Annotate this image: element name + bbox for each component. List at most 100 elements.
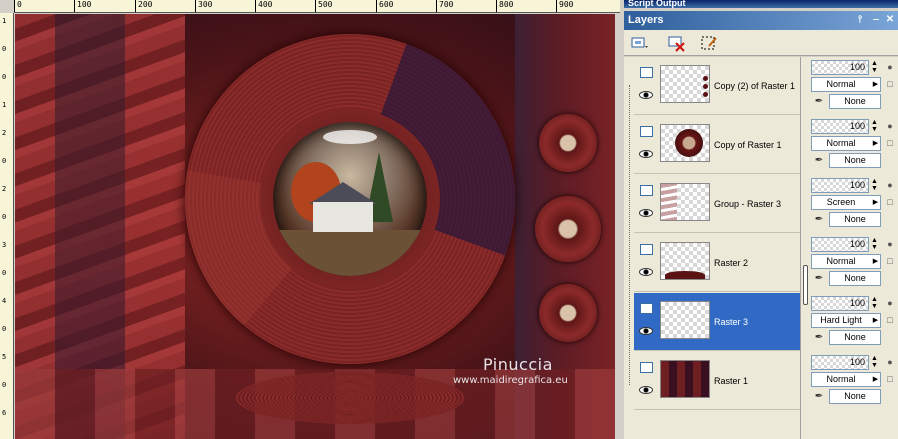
minimize-icon[interactable]: ‒ xyxy=(870,14,882,26)
eye-icon[interactable] xyxy=(639,91,653,99)
layer-row[interactable]: Copy (2) of Raster 1 xyxy=(634,57,800,115)
layer-props: 100 ▲ ▼ ● Normal ▶ □ ✒ None xyxy=(809,352,898,410)
dropdown-arrow-icon[interactable]: ▶ xyxy=(871,78,880,91)
ruler-tick: 900 xyxy=(556,0,573,12)
ruler-tick: 700 xyxy=(436,0,453,12)
blend-mode-select[interactable]: Normal ▶ xyxy=(811,372,881,387)
ruler-tick: 0 xyxy=(2,325,7,333)
ruler-tick: 2 xyxy=(2,129,7,137)
eye-icon[interactable] xyxy=(639,209,653,217)
layer-name: Raster 1 xyxy=(714,376,749,386)
pin-icon[interactable]: ⫯ xyxy=(854,14,866,26)
opacity-field[interactable]: 100 xyxy=(811,119,869,134)
panel-splitter[interactable] xyxy=(800,57,809,439)
link-icon[interactable]: ● xyxy=(883,119,897,133)
ruler-tick: 0 xyxy=(2,73,7,81)
layers-toolbar xyxy=(624,30,898,56)
ruler-tick: 0 xyxy=(2,213,7,221)
ruler-tick: 300 xyxy=(195,0,212,12)
lock-icon[interactable]: □ xyxy=(883,136,897,150)
opacity-spin[interactable]: ▲ ▼ xyxy=(871,119,881,134)
dropdown-arrow-icon[interactable]: ▶ xyxy=(871,373,880,386)
ruler-tick: 5 xyxy=(2,353,7,361)
layer-name: Raster 3 xyxy=(714,317,749,327)
layer-row[interactable]: Raster 3 xyxy=(634,293,800,351)
lock-icon[interactable]: □ xyxy=(883,313,897,327)
eye-icon[interactable] xyxy=(639,386,653,394)
mask-select[interactable]: None xyxy=(829,212,881,227)
blend-mode-select[interactable]: Normal ▶ xyxy=(811,136,881,151)
opacity-field[interactable]: 100 xyxy=(811,178,869,193)
layers-title: Layers xyxy=(628,14,664,26)
artwork-image[interactable]: Pinuccia www.maidiregrafica.eu xyxy=(15,14,615,439)
small-orb xyxy=(535,196,601,262)
glass-highlight xyxy=(323,130,377,144)
mask-brush-icon[interactable]: ✒ xyxy=(811,389,827,404)
eye-icon[interactable] xyxy=(639,327,653,335)
watermark-name: Pinuccia xyxy=(483,355,553,374)
mask-select[interactable]: None xyxy=(829,389,881,404)
mask-brush-icon[interactable]: ✒ xyxy=(811,271,827,286)
splitter-grip[interactable] xyxy=(803,265,808,305)
lock-icon[interactable]: □ xyxy=(883,372,897,386)
blend-mode-select[interactable]: Screen ▶ xyxy=(811,195,881,210)
blend-mode-value: Screen xyxy=(826,197,856,207)
link-icon[interactable]: ● xyxy=(883,237,897,251)
link-icon[interactable]: ● xyxy=(883,178,897,192)
dropdown-arrow-icon[interactable]: ▶ xyxy=(871,314,880,327)
edit-selection-icon[interactable] xyxy=(698,33,718,51)
image-canvas-window: 0 100 200 300 400 500 600 700 800 900 10… xyxy=(0,0,620,439)
dropdown-arrow-icon[interactable]: ▶ xyxy=(871,137,880,150)
eye-icon[interactable] xyxy=(639,150,653,158)
lock-icon[interactable]: □ xyxy=(883,77,897,91)
opacity-field[interactable]: 100 xyxy=(811,237,869,252)
ruler-tick: 0 xyxy=(2,45,7,53)
opacity-spin[interactable]: ▲ ▼ xyxy=(871,60,881,75)
mask-brush-icon[interactable]: ✒ xyxy=(811,212,827,227)
house-globe-image xyxy=(273,122,427,276)
close-icon[interactable]: ✕ xyxy=(884,14,896,26)
layer-row[interactable]: Raster 2 xyxy=(634,234,800,292)
layer-row[interactable]: Copy of Raster 1 xyxy=(634,116,800,174)
layer-type-icon xyxy=(640,244,653,255)
ruler-tick: 0 xyxy=(2,157,7,165)
mask-brush-icon[interactable]: ✒ xyxy=(811,94,827,109)
layer-tree: Copy (2) of Raster 1 Copy of Raster 1 Gr… xyxy=(624,57,800,439)
layer-thumbnail xyxy=(660,65,710,103)
script-output-titlebar[interactable]: Script Output xyxy=(624,0,898,8)
link-icon[interactable]: ● xyxy=(883,355,897,369)
vertical-ruler: 1 0 0 1 2 0 2 0 3 0 4 0 5 0 6 xyxy=(0,13,14,439)
ruler-tick: 3 xyxy=(2,241,7,249)
layer-name: Copy of Raster 1 xyxy=(714,140,782,150)
dropdown-arrow-icon[interactable]: ▶ xyxy=(871,255,880,268)
mask-select[interactable]: None xyxy=(829,94,881,109)
mask-select[interactable]: None xyxy=(829,153,881,168)
opacity-field[interactable]: 100 xyxy=(811,296,869,311)
mask-brush-icon[interactable]: ✒ xyxy=(811,330,827,345)
delete-layer-icon[interactable] xyxy=(666,33,686,52)
layer-row[interactable]: Raster 1 xyxy=(634,352,800,410)
opacity-spin[interactable]: ▲ ▼ xyxy=(871,296,881,311)
small-orb xyxy=(539,284,597,342)
layers-titlebar[interactable]: Layers ⫯ ‒ ✕ xyxy=(624,11,898,30)
opacity-spin[interactable]: ▲ ▼ xyxy=(871,237,881,252)
blend-mode-select[interactable]: Normal ▶ xyxy=(811,77,881,92)
new-layer-icon[interactable] xyxy=(628,33,648,51)
mask-select[interactable]: None xyxy=(829,330,881,345)
opacity-field[interactable]: 100 xyxy=(811,60,869,75)
canvas-border xyxy=(615,13,620,439)
mask-select[interactable]: None xyxy=(829,271,881,286)
lock-icon[interactable]: □ xyxy=(883,195,897,209)
mask-brush-icon[interactable]: ✒ xyxy=(811,153,827,168)
blend-mode-select[interactable]: Normal ▶ xyxy=(811,254,881,269)
dropdown-arrow-icon[interactable]: ▶ xyxy=(871,196,880,209)
opacity-spin[interactable]: ▲ ▼ xyxy=(871,355,881,370)
lock-icon[interactable]: □ xyxy=(883,254,897,268)
link-icon[interactable]: ● xyxy=(883,296,897,310)
blend-mode-select[interactable]: Hard Light ▶ xyxy=(811,313,881,328)
eye-icon[interactable] xyxy=(639,268,653,276)
link-icon[interactable]: ● xyxy=(883,60,897,74)
opacity-spin[interactable]: ▲ ▼ xyxy=(871,178,881,193)
opacity-field[interactable]: 100 xyxy=(811,355,869,370)
layer-row[interactable]: Group - Raster 3 xyxy=(634,175,800,233)
